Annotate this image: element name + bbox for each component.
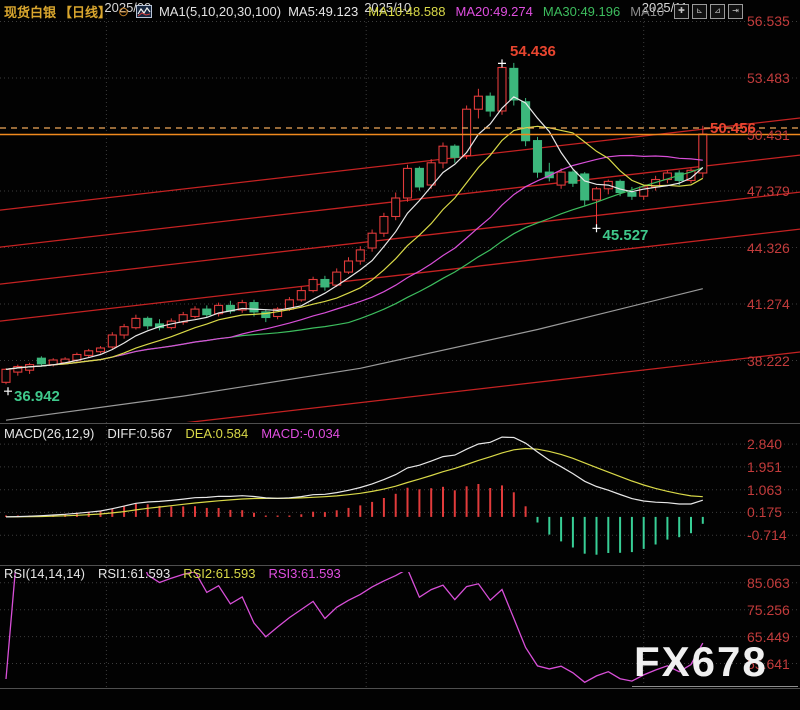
detach-window-icon[interactable]: ⇥ [728,4,743,19]
trading-app-window: 56.53553.48350.43147.37944.32641.27438.2… [0,0,800,710]
macd-dea-value: DEA:0.584 [185,426,248,441]
chart-toolbar: ✚⊾⊿⇥ [674,4,743,19]
ma-value-label: MA10 [630,4,664,19]
macd-params-label[interactable]: MACD(26,12,9) [4,426,94,441]
rsi1-value: RSI1:61.593 [98,566,170,581]
annotation-high-price: 54.436 [510,43,556,60]
macd-indicator-row: MACD(26,12,9) DIFF:0.567 DEA:0.584 MACD:… [4,426,340,441]
ma-value-label: MA20:49.274 [456,4,533,19]
ma-values: MA5:49.123 MA10:48.588 MA20:49.274 MA30:49.… [288,4,664,19]
rsi-pane [6,542,703,683]
macd-value: MACD:-0.034 [261,426,340,441]
ma-value-label: MA10:48.588 [368,4,445,19]
period-label: 【日线】 [59,2,111,21]
crosshair-icon[interactable]: ✚ [674,4,689,19]
rsi-indicator-row: RSI(14,14,14) RSI1:61.593 RSI2:61.593 RS… [4,566,341,581]
ma-value-label: MA5:49.123 [288,4,358,19]
ma-settings-label: MA1(5,10,20,30,100) [159,4,281,19]
rsi3-value: RSI3:61.593 [269,566,341,581]
rsi-params-label[interactable]: RSI(14,14,14) [4,566,85,581]
chart-canvas[interactable] [0,0,800,710]
annotation-pullback-low-price: 45.527 [603,227,649,244]
annotation-start-low-price: 36.942 [14,388,60,405]
symbol-title: 现货白银 [4,2,56,21]
annotation-last-price: 50.456 [710,120,756,137]
rsi2-value: RSI2:61.593 [183,566,255,581]
chart-header: 现货白银 【日线】 ⊖ MA1(5,10,20,30,100) MA5:49.1… [0,0,800,22]
watermark: FX678 [634,641,768,683]
macd-diff-value: DIFF:0.567 [107,426,172,441]
collapse-pane-icon[interactable]: ⊖ [118,5,129,18]
main-price-pane [0,59,800,444]
macd-pane [6,437,703,555]
mini-chart-icon[interactable] [136,5,152,18]
scale-left-icon[interactable]: ⊾ [692,4,707,19]
scale-right-icon[interactable]: ⊿ [710,4,725,19]
ma-value-label: MA30:49.196 [543,4,620,19]
